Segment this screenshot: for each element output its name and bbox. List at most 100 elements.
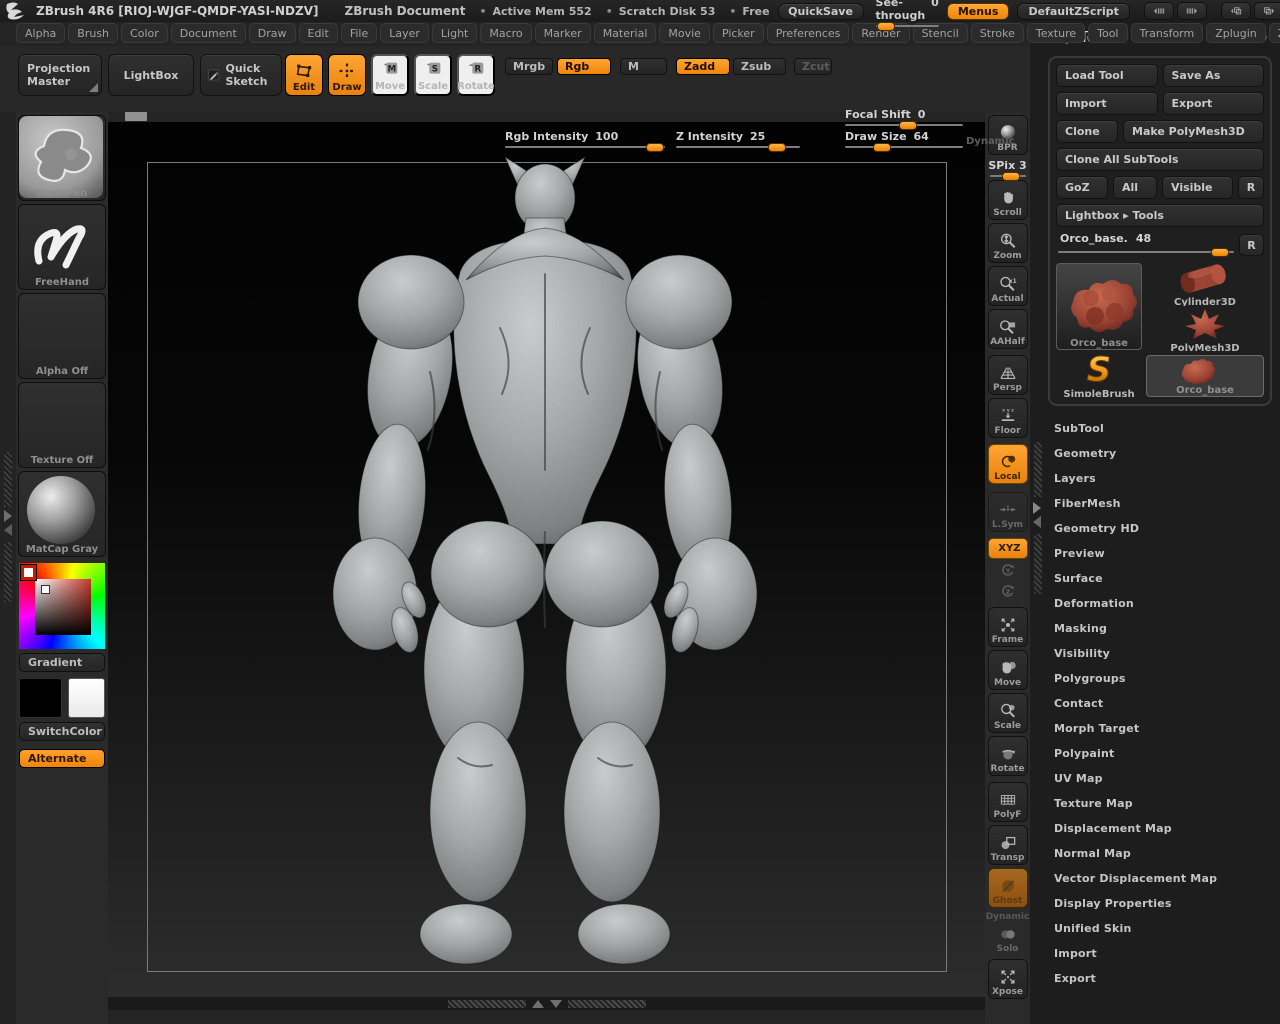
draw-size-handle[interactable] xyxy=(873,143,892,152)
tool-section-header[interactable]: Preview xyxy=(1054,541,1280,566)
quicksave-button[interactable]: QuickSave xyxy=(777,2,864,20)
panel-divider[interactable] xyxy=(1032,112,1044,1024)
next-document-button[interactable] xyxy=(1253,2,1280,20)
rgb-button[interactable]: Rgb xyxy=(557,58,611,75)
clone-button[interactable]: Clone xyxy=(1056,120,1118,143)
menu-item[interactable]: File xyxy=(340,23,378,43)
tool-section-header[interactable]: Morph Target xyxy=(1054,716,1280,741)
menu-item[interactable]: Draw xyxy=(248,23,296,43)
projection-master-button[interactable]: Projection Master xyxy=(18,54,102,96)
document-resize-handle[interactable] xyxy=(125,112,147,121)
actual-size-button[interactable]: Actual xyxy=(987,266,1028,306)
tool-section-header[interactable]: SubTool xyxy=(1054,416,1280,441)
menu-item[interactable]: Zscript xyxy=(1268,23,1280,43)
make-polymesh3d-button[interactable]: Make PolyMesh3D xyxy=(1123,120,1264,143)
tool-section-header[interactable]: Displacement Map xyxy=(1054,816,1280,841)
rotate-mode-button[interactable]: R Rotate xyxy=(457,54,495,96)
m-button[interactable]: M xyxy=(620,58,667,75)
transparency-button[interactable]: Transp xyxy=(987,825,1028,865)
brush-picker-tile[interactable]: MaskPen xyxy=(18,115,106,201)
clone-all-subtools-button[interactable]: Clone All SubTools xyxy=(1056,148,1264,171)
tray-divider-dots[interactable] xyxy=(4,542,12,602)
mrgb-button[interactable]: Mrgb xyxy=(505,58,553,75)
menu-item[interactable]: Layer xyxy=(380,23,429,43)
focal-shift-handle[interactable] xyxy=(899,121,918,130)
stroke-picker-tile[interactable]: FreeHand xyxy=(18,204,106,290)
rotate-y-icon[interactable]: Y xyxy=(998,561,1018,580)
scale-mode-button[interactable]: S Scale xyxy=(414,54,452,96)
menu-item[interactable]: Marker xyxy=(534,23,591,43)
polyframe-button[interactable]: PolyF xyxy=(987,782,1028,822)
rgb-intensity-handle[interactable] xyxy=(645,143,664,152)
move-3d-button[interactable]: Move xyxy=(987,650,1028,690)
z-intensity-handle[interactable] xyxy=(767,143,786,152)
polymesh3d-tool[interactable]: PolyMesh3D xyxy=(1146,308,1264,351)
rotate-xyz-button[interactable]: XYZ xyxy=(987,538,1028,559)
tool-section-header[interactable]: Unified Skin xyxy=(1054,916,1280,941)
scroll-up-icon[interactable] xyxy=(531,999,544,1008)
menu-item[interactable]: Macro xyxy=(480,23,532,43)
tool-section-header[interactable]: Normal Map xyxy=(1054,841,1280,866)
prev-document-button[interactable] xyxy=(1220,2,1251,20)
rotate-3d-button[interactable]: Rotate xyxy=(987,736,1028,776)
load-tool-button[interactable]: Load Tool xyxy=(1056,64,1158,87)
xpose-button[interactable]: Xpose xyxy=(987,959,1028,999)
bpr-render-button[interactable]: BPR xyxy=(987,115,1028,155)
zsub-button[interactable]: Zsub xyxy=(733,58,786,75)
save-as-button[interactable]: Save As xyxy=(1162,64,1264,87)
tool-section-header[interactable]: Layers xyxy=(1054,466,1280,491)
menu-item[interactable]: Color xyxy=(121,23,168,43)
menu-item[interactable]: Texture xyxy=(1026,23,1086,43)
active-tool-handle[interactable] xyxy=(1211,248,1230,257)
perspective-button[interactable]: Persp xyxy=(987,355,1028,395)
z-intensity-slider[interactable]: Z Intensity 25 xyxy=(676,130,800,152)
tray-collapse-icon[interactable] xyxy=(4,524,12,536)
active-tool-thumbnail[interactable]: Orco_base xyxy=(1056,263,1142,350)
scrollbar-track-right[interactable] xyxy=(567,999,646,1008)
lightbox-button[interactable]: LightBox xyxy=(108,54,194,96)
menu-item[interactable]: Picker xyxy=(712,23,764,43)
local-symmetry-button[interactable]: L.Sym xyxy=(987,492,1028,532)
spix-handle[interactable] xyxy=(1001,172,1020,181)
scale-3d-button[interactable]: Scale xyxy=(987,693,1028,733)
menu-item[interactable]: Edit xyxy=(298,23,338,43)
draw-size-slider[interactable]: Draw Size 64 xyxy=(845,130,963,152)
goz-button[interactable]: GoZ xyxy=(1056,176,1108,199)
tool-r-button[interactable]: R xyxy=(1239,234,1264,256)
see-through-slider[interactable]: See-through 0 xyxy=(875,0,939,31)
zcut-button[interactable]: Zcut xyxy=(794,58,832,75)
menu-item[interactable]: Light xyxy=(431,23,478,43)
tool-section-header[interactable]: Display Properties xyxy=(1054,891,1280,916)
tool-section-header[interactable]: Visibility xyxy=(1054,641,1280,666)
gradient-button[interactable]: Gradient xyxy=(19,653,105,672)
sv-selector[interactable] xyxy=(41,585,50,594)
menu-item[interactable]: Tool xyxy=(1088,23,1128,43)
menu-item[interactable]: Transform xyxy=(1130,23,1204,43)
tool-section-header[interactable]: Contact xyxy=(1054,691,1280,716)
tool-section-header[interactable]: Geometry xyxy=(1054,441,1280,466)
material-picker-tile[interactable]: MatCap Gray xyxy=(18,471,106,557)
tool-section-header[interactable]: Vector Displacement Map xyxy=(1054,866,1280,891)
zscript-rewind-button[interactable] xyxy=(1143,2,1174,20)
export-button[interactable]: Export xyxy=(1162,92,1264,115)
goz-r-button[interactable]: R xyxy=(1238,176,1264,199)
active-tool-slider[interactable]: Orco_base. 48 R xyxy=(1056,232,1264,259)
menu-item[interactable]: Material xyxy=(593,23,657,43)
hue-selector[interactable] xyxy=(20,564,37,581)
spix-slider[interactable]: SPix 3 xyxy=(986,159,1030,181)
texture-picker-tile[interactable]: Texture Off xyxy=(18,382,106,468)
tool-section-header[interactable]: Deformation xyxy=(1054,591,1280,616)
zoom-document-button[interactable]: Zoom xyxy=(987,223,1028,263)
main-color-swatch[interactable] xyxy=(19,678,62,718)
import-button[interactable]: Import xyxy=(1056,92,1158,115)
scroll-document-button[interactable]: Scroll xyxy=(987,180,1028,220)
tool-section-header[interactable]: Import xyxy=(1054,941,1280,966)
rgb-intensity-slider[interactable]: Rgb Intensity 100 xyxy=(505,130,665,152)
alpha-picker-tile[interactable]: Alpha Off xyxy=(18,293,106,379)
frame-mesh-button[interactable]: Frame xyxy=(987,607,1028,647)
goz-all-button[interactable]: All xyxy=(1113,176,1157,199)
tray-divider-dots[interactable] xyxy=(4,452,12,507)
menu-item[interactable]: Alpha xyxy=(16,23,66,43)
tool-section-header[interactable]: FiberMesh xyxy=(1054,491,1280,516)
tray-expand-icon[interactable] xyxy=(4,510,12,522)
